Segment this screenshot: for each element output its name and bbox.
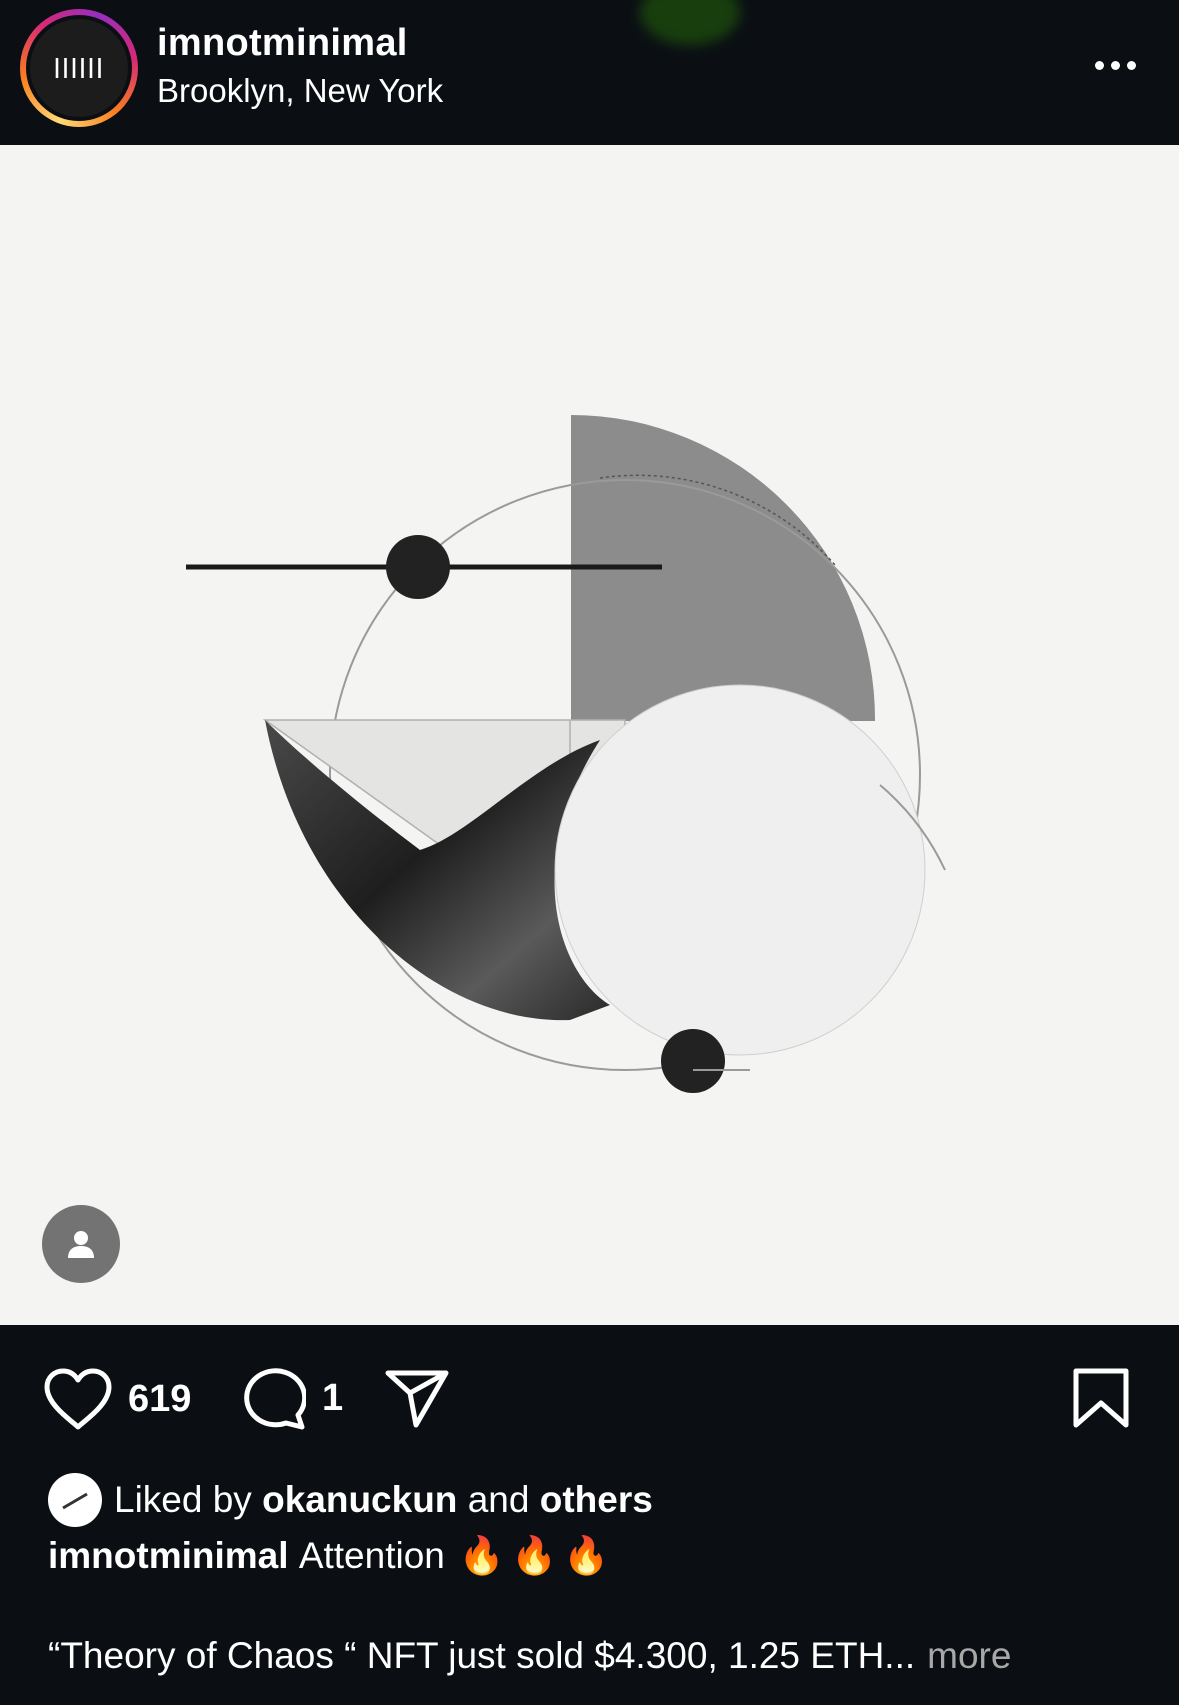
post-actions: 619 1 — [0, 1325, 1179, 1475]
caption-second-line: “Theory of Chaos “ NFT just sold $4.300,… — [48, 1630, 1011, 1682]
header-location[interactable]: Brooklyn, New York — [157, 72, 443, 110]
tagged-people-button[interactable] — [42, 1205, 120, 1283]
liked-by-row[interactable]: Liked by okanuckun and others — [48, 1470, 653, 1530]
green-blob-decoration — [640, 0, 740, 45]
post-header: imnotminimal Brooklyn, New York — [0, 0, 1179, 145]
person-icon — [68, 1231, 94, 1258]
like-action[interactable]: 619 — [42, 1367, 191, 1431]
like-count[interactable]: 619 — [128, 1378, 191, 1421]
share-action[interactable] — [384, 1367, 450, 1429]
heart-icon[interactable] — [42, 1367, 114, 1431]
profile-avatar-ring[interactable] — [20, 9, 138, 127]
save-action[interactable] — [1072, 1367, 1130, 1429]
caption-more-link[interactable]: more — [927, 1635, 1011, 1677]
comment-action[interactable]: 1 — [240, 1365, 343, 1431]
caption-first-line: imnotminimal Attention 🔥🔥🔥 — [48, 1530, 615, 1582]
ellipsis-icon — [1094, 60, 1104, 70]
liked-by-user[interactable]: okanuckun — [262, 1479, 457, 1521]
liked-by-prefix: Liked by — [114, 1479, 252, 1520]
caption-body: “Theory of Chaos “ NFT just sold $4.300,… — [48, 1635, 916, 1676]
fire-emoji: 🔥🔥🔥 — [458, 1534, 616, 1576]
send-icon[interactable] — [384, 1367, 450, 1429]
geometric-artwork — [186, 415, 946, 1093]
comment-icon[interactable] — [240, 1365, 306, 1431]
caption-text: Attention — [298, 1535, 445, 1576]
header-username[interactable]: imnotminimal — [157, 22, 408, 65]
more-options-button[interactable] — [1085, 50, 1145, 80]
liked-by-others[interactable]: others — [540, 1479, 653, 1521]
liker-avatar-icon — [62, 1492, 88, 1510]
post-image[interactable] — [0, 145, 1179, 1325]
avatar — [30, 19, 128, 117]
bookmark-icon[interactable] — [1072, 1367, 1130, 1429]
liked-by-conjunction: and — [467, 1479, 530, 1520]
avatar-logo-icon — [55, 58, 101, 78]
comment-count[interactable]: 1 — [322, 1377, 343, 1420]
liker-avatar[interactable] — [48, 1473, 102, 1527]
caption-username[interactable]: imnotminimal — [48, 1535, 289, 1577]
